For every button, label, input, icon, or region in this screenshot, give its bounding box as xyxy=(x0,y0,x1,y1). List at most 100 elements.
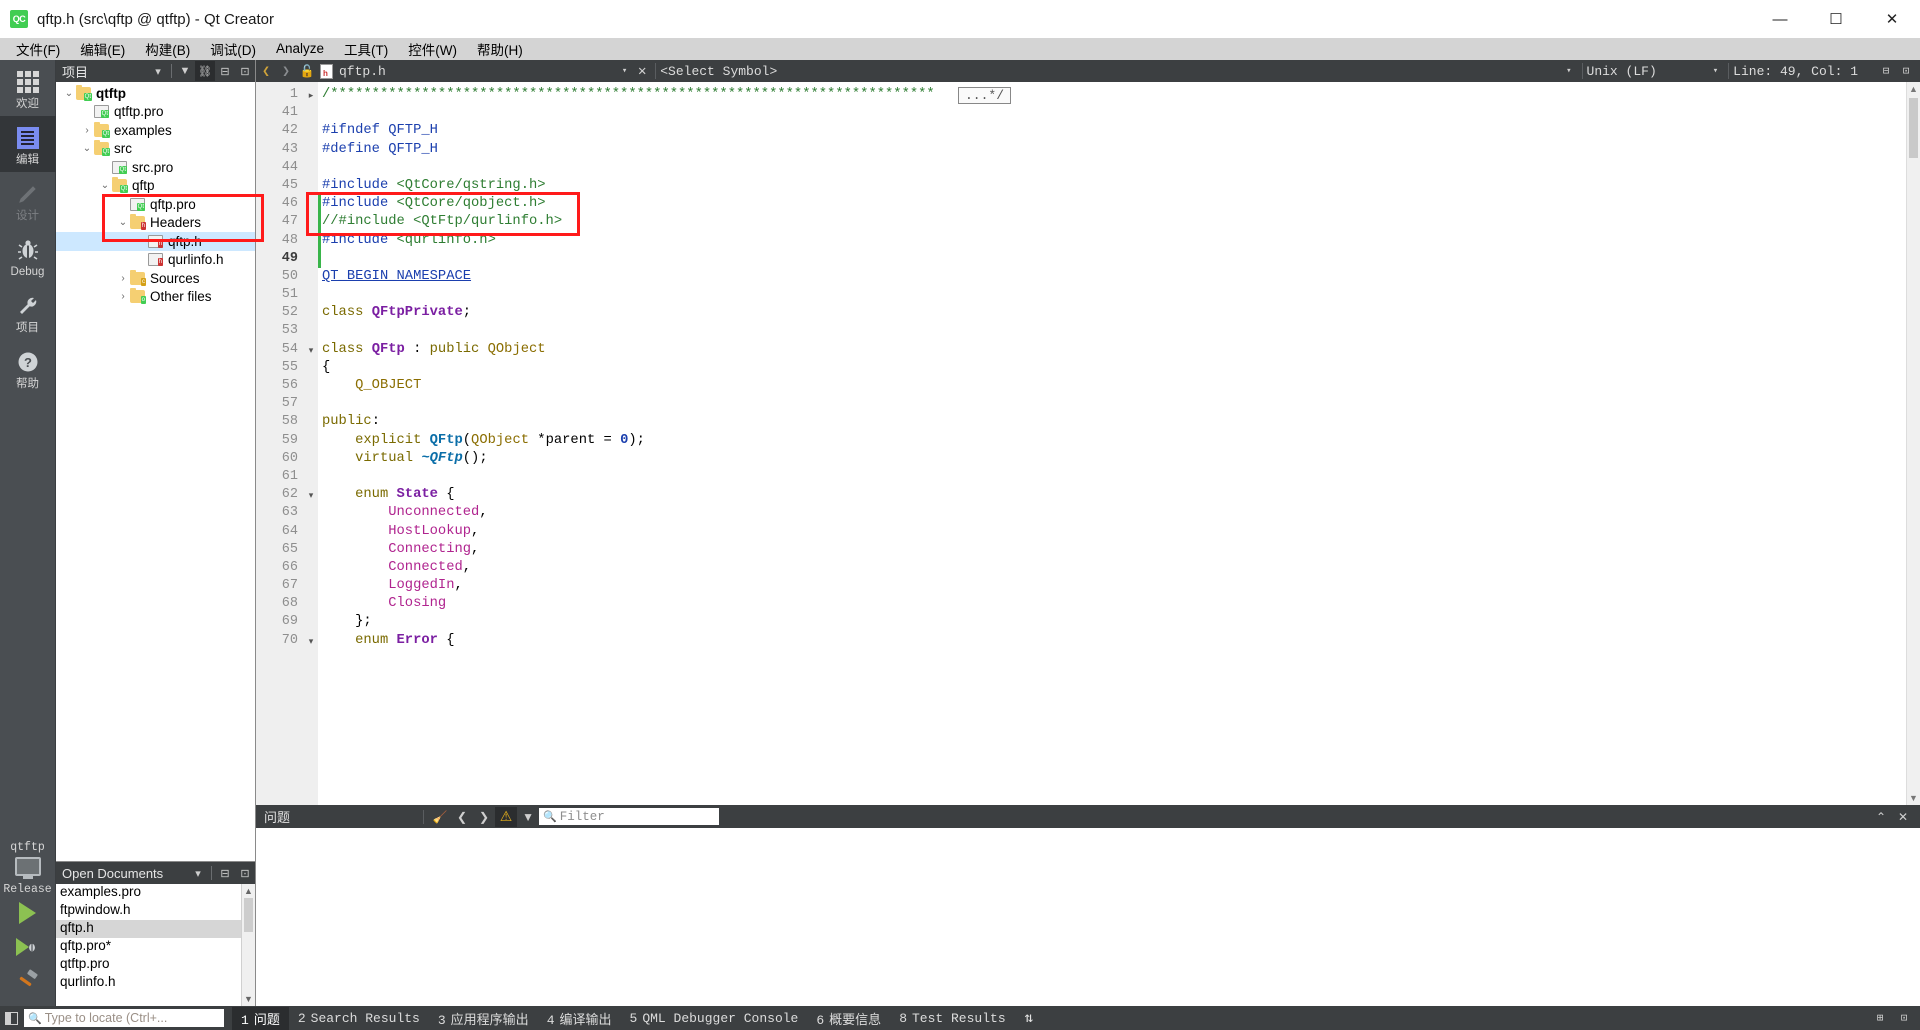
tree-item-src[interactable]: ⌄ Qt src xyxy=(56,140,255,159)
menu-edit[interactable]: 编辑(E) xyxy=(70,37,135,62)
filter-icon[interactable]: ▼ xyxy=(175,61,195,81)
scroll-thumb[interactable] xyxy=(244,898,253,932)
line-ending-selector[interactable]: Unix (LF) xyxy=(1587,64,1657,79)
link-icon[interactable]: ⛓ xyxy=(195,61,215,81)
collapse-icon-od[interactable]: ⊡ xyxy=(235,863,255,883)
target-selector-icon[interactable] xyxy=(14,857,41,876)
split-icon[interactable]: ⊟ xyxy=(215,61,235,81)
open-document-item[interactable]: examples.pro xyxy=(56,884,241,902)
mode-item-design[interactable]: 设计 xyxy=(0,172,56,228)
fold-toggle-icon[interactable]: ▸ xyxy=(304,86,318,104)
editor-scroll-thumb[interactable] xyxy=(1909,98,1918,158)
split-editor-icon[interactable]: ⊟ xyxy=(1876,61,1896,81)
unlock-icon[interactable]: 🔓 xyxy=(296,64,318,79)
chevron-right-icon[interactable]: › xyxy=(80,125,94,136)
menu-file[interactable]: 文件(F) xyxy=(6,37,70,62)
chevron-down-icon[interactable]: ▾ xyxy=(148,61,168,81)
menu-debug[interactable]: 调试(D) xyxy=(200,37,266,62)
output-tab-3[interactable]: 3 应用程序输出 xyxy=(429,1007,538,1030)
open-document-item[interactable]: qftp.pro* xyxy=(56,938,241,956)
progress-details-icon[interactable]: ⊞ xyxy=(1870,1008,1890,1028)
chevron-down-icon[interactable]: ⌄ xyxy=(80,143,94,154)
toggle-sidebar-button[interactable] xyxy=(0,1006,22,1030)
mode-item-edit[interactable]: 编辑 xyxy=(0,116,56,172)
open-document-item[interactable]: ftpwindow.h xyxy=(56,902,241,920)
output-tab-6[interactable]: 6 概要信息 xyxy=(807,1007,890,1030)
status-collapse-icon[interactable]: ⊡ xyxy=(1894,1008,1914,1028)
minimize-pane-icon[interactable]: ⌃ xyxy=(1870,807,1892,827)
line-ending-caret-icon[interactable]: ▾ xyxy=(1566,66,1571,76)
chevron-left-icon[interactable]: ❮ xyxy=(451,807,473,827)
project-tree[interactable]: ⌄Qtqtftp·Qtqtftp.pro›Qtexamples⌄Qtsrc·Qt… xyxy=(56,82,255,861)
debug-button[interactable] xyxy=(0,930,56,964)
tree-item-sources[interactable]: › c Sources xyxy=(56,269,255,288)
maximize-button[interactable]: ☐ xyxy=(1808,0,1864,38)
open-document-item[interactable]: qurlinfo.h xyxy=(56,974,241,992)
menu-help[interactable]: 帮助(H) xyxy=(467,37,533,62)
scroll-up-icon[interactable]: ▲ xyxy=(242,884,255,898)
filter-icon-issues[interactable]: ▼ xyxy=(517,807,539,827)
editor-scroll-down-icon[interactable]: ▼ xyxy=(1907,791,1920,805)
chevron-right-icon[interactable]: › xyxy=(116,273,130,284)
build-button[interactable] xyxy=(0,964,56,998)
menu-analyze[interactable]: Analyze xyxy=(266,39,334,59)
menu-build[interactable]: 构建(B) xyxy=(135,37,200,62)
output-tab-2[interactable]: 2 Search Results xyxy=(289,1009,429,1028)
symbol-selector[interactable]: <Select Symbol> xyxy=(660,64,777,79)
chevron-right-icon[interactable]: › xyxy=(116,291,130,302)
tree-item-other-files[interactable]: › o Other files xyxy=(56,288,255,307)
open-file-combo[interactable]: qftp.h xyxy=(339,64,386,79)
tree-item-qftp-pro[interactable]: ·Qt qftp.pro xyxy=(56,195,255,214)
close-document-button[interactable]: ✕ xyxy=(633,63,651,80)
open-document-item[interactable]: qtftp.pro xyxy=(56,956,241,974)
open-documents-list[interactable]: examples.pro ftpwindow.h qftp.h qftp.pro* qt… xyxy=(56,884,255,1006)
tree-item-headers[interactable]: ⌄ h Headers xyxy=(56,214,255,233)
split-icon-od[interactable]: ⊟ xyxy=(215,863,235,883)
issues-list[interactable] xyxy=(256,828,1920,1006)
code-editor[interactable]: 1 41 42 43 44 45 46 47 48 49 50 51 52 53 54 55 56 57 58 59 6… xyxy=(256,82,1920,805)
output-tab-4[interactable]: 4 编译输出 xyxy=(538,1007,621,1030)
code-text-area[interactable]: ...*/ /*********************************… xyxy=(318,82,1906,805)
minimize-button[interactable]: — xyxy=(1752,0,1808,38)
fold-toggle-icon[interactable]: ▾ xyxy=(304,341,318,359)
issues-filter-input[interactable]: 🔍 Filter xyxy=(539,808,720,825)
tree-item-examples[interactable]: › Qt examples xyxy=(56,121,255,140)
chevron-down-icon-od[interactable]: ▾ xyxy=(188,863,208,883)
clear-icon[interactable]: 🧹 xyxy=(429,807,451,827)
output-tab-5[interactable]: 5 QML Debugger Console xyxy=(621,1009,808,1028)
mode-item-help[interactable]: ? 帮助 xyxy=(0,340,56,396)
warning-icon[interactable]: ⚠ xyxy=(495,806,518,827)
tree-item-src-pro[interactable]: ·Qt src.pro xyxy=(56,158,255,177)
chevron-right-icon[interactable]: ❯ xyxy=(473,807,495,827)
menu-tools[interactable]: 工具(T) xyxy=(334,37,398,62)
close-pane-icon[interactable]: ✕ xyxy=(1892,807,1914,827)
close-split-icon[interactable]: ⊡ xyxy=(1896,61,1916,81)
go-forward-icon[interactable]: ❯ xyxy=(276,64,296,79)
fold-toggle-icon[interactable]: ▾ xyxy=(304,632,318,650)
chevron-down-icon[interactable]: ⌄ xyxy=(98,180,112,191)
close-button[interactable]: ✕ xyxy=(1864,0,1920,38)
encoding-caret-icon[interactable]: ▾ xyxy=(1713,66,1718,76)
tree-item-qurlinfo-h[interactable]: ·h qurlinfo.h xyxy=(56,251,255,270)
run-button[interactable] xyxy=(0,896,56,930)
go-back-icon[interactable]: ❮ xyxy=(256,64,276,79)
fold-toggle-icon[interactable]: ▾ xyxy=(304,486,318,504)
locator-input[interactable]: 🔍 Type to locate (Ctrl+... xyxy=(24,1009,224,1027)
output-tab-8[interactable]: 8 Test Results xyxy=(890,1009,1014,1028)
mode-item-debug[interactable]: Debug xyxy=(0,228,56,284)
scroll-down-icon[interactable]: ▼ xyxy=(242,992,255,1006)
output-tab-1[interactable]: 1 问题 xyxy=(232,1006,289,1030)
tree-item-qftp-h[interactable]: ·h qftp.h xyxy=(56,232,255,251)
file-combo-caret-icon[interactable]: ▾ xyxy=(622,66,627,76)
fold-markers-column[interactable]: ▸ ▾ ▾ ▾ xyxy=(304,82,318,805)
editor-scroll-up-icon[interactable]: ▲ xyxy=(1907,82,1920,96)
tree-item-qtftp-pro[interactable]: ·Qt qtftp.pro xyxy=(56,103,255,122)
tree-item-qftp[interactable]: ⌄ Qt qftp xyxy=(56,177,255,196)
open-document-item[interactable]: qftp.h xyxy=(56,920,241,938)
mode-item-welcome[interactable]: 欢迎 xyxy=(0,60,56,116)
mode-item-projects[interactable]: 项目 xyxy=(0,284,56,340)
chevron-down-icon[interactable]: ⌄ xyxy=(116,217,130,228)
editor-scrollbar[interactable]: ▲ ▼ xyxy=(1906,82,1920,805)
tree-item-qtftp[interactable]: ⌄ Qt qtftp xyxy=(56,84,255,103)
open-documents-scrollbar[interactable]: ▲ ▼ xyxy=(241,884,255,1006)
